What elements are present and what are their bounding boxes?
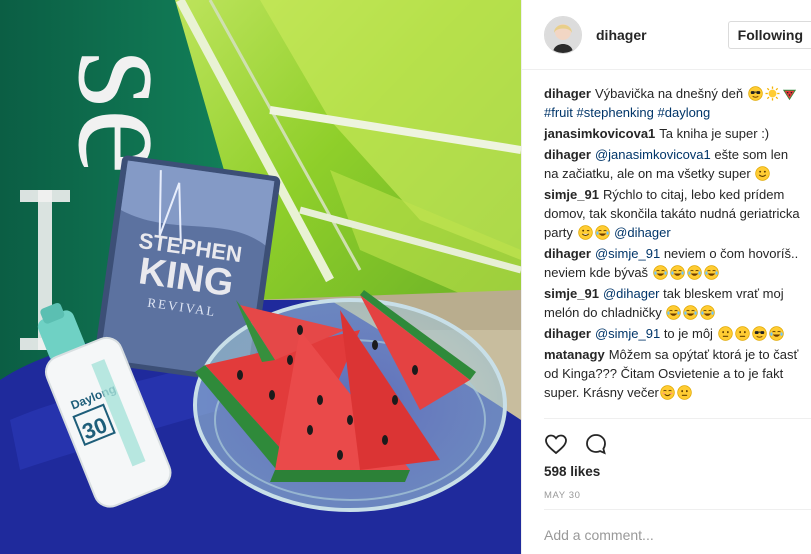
watermelon-emoji-icon bbox=[782, 86, 797, 101]
sunglasses-emoji-icon bbox=[748, 86, 763, 101]
hashtag-link[interactable]: #stephenking bbox=[577, 105, 654, 120]
comment-text: Výbavička na dnešný deň bbox=[594, 86, 747, 101]
comment: dihager Výbavička na dnešný deň #fruit #s… bbox=[544, 84, 805, 122]
post-details-panel: dihager Following dihager Výbavička na dn… bbox=[521, 0, 811, 554]
add-comment-input[interactable] bbox=[544, 520, 811, 550]
comment: dihager @janasimkovicova1 ešte som len na… bbox=[544, 145, 805, 183]
comments-list: dihager Výbavička na dnešný deň #fruit #s… bbox=[544, 84, 805, 404]
comment-bubble-icon[interactable] bbox=[584, 432, 608, 456]
comment-username[interactable]: dihager bbox=[544, 326, 591, 341]
joy-emoji-icon bbox=[768, 326, 784, 341]
joy-emoji-icon bbox=[700, 305, 716, 320]
joy-emoji-icon bbox=[703, 265, 719, 280]
joy-emoji-icon bbox=[683, 305, 699, 320]
joy-emoji-icon bbox=[594, 225, 610, 240]
comment: simje_91 Rýchlo to citaj, lebo ked prídem… bbox=[544, 185, 805, 242]
mention-link[interactable]: @simje_91 bbox=[595, 326, 660, 341]
neutral-emoji-icon bbox=[677, 385, 692, 400]
comment: janasimkovicova1 Ta kniha je super :) bbox=[544, 124, 805, 143]
post-header: dihager Following bbox=[522, 0, 811, 70]
sun-emoji-icon bbox=[765, 86, 780, 101]
comment-username[interactable]: dihager bbox=[544, 246, 591, 261]
mention-link[interactable]: @dihager bbox=[614, 225, 671, 240]
comment-username[interactable]: matanagy bbox=[544, 347, 605, 362]
divider bbox=[544, 418, 811, 419]
hashtag-link[interactable]: #daylong bbox=[658, 105, 711, 120]
joy-emoji-icon bbox=[669, 265, 685, 280]
hashtag-link[interactable]: #fruit bbox=[544, 105, 573, 120]
photo-illustration: se STEPHEN KING REVIVAL Daylong 30 bbox=[0, 0, 521, 554]
comment-username[interactable]: janasimkovicova1 bbox=[544, 126, 655, 141]
comment: dihager @simje_91 to je môj bbox=[544, 324, 805, 343]
comment-username[interactable]: dihager bbox=[544, 147, 591, 162]
post-username[interactable]: dihager bbox=[596, 27, 647, 43]
avatar[interactable] bbox=[544, 15, 582, 54]
comment-username[interactable]: dihager bbox=[544, 86, 591, 101]
divider bbox=[544, 509, 811, 510]
joy-emoji-icon bbox=[652, 265, 668, 280]
comment-username[interactable]: simje_91 bbox=[544, 286, 599, 301]
mention-link[interactable]: @dihager bbox=[603, 286, 660, 301]
neutral-emoji-icon bbox=[734, 326, 750, 341]
mention-link[interactable]: @janasimkovicova1 bbox=[595, 147, 711, 162]
comment: matanagy Môžem sa opýtať ktorá je to časť… bbox=[544, 345, 805, 402]
post-photo[interactable]: se STEPHEN KING REVIVAL Daylong 30 bbox=[0, 0, 521, 554]
comment-username[interactable]: simje_91 bbox=[544, 187, 599, 202]
mention-link[interactable]: @simje_91 bbox=[595, 246, 660, 261]
neutral-emoji-icon bbox=[717, 326, 733, 341]
joy-emoji-icon bbox=[666, 305, 682, 320]
avatar-image bbox=[545, 16, 581, 53]
like-heart-icon[interactable] bbox=[544, 432, 568, 456]
following-button[interactable]: Following bbox=[727, 21, 811, 49]
comment: dihager @simje_91 neviem o čom hovoríš.. … bbox=[544, 244, 805, 282]
comment: simje_91 @dihager tak bleskem vrať moj me… bbox=[544, 284, 805, 322]
comment-text: Ta kniha je super :) bbox=[659, 126, 770, 141]
wink-emoji-icon bbox=[577, 225, 593, 240]
post-actions bbox=[544, 432, 608, 456]
smile-emoji-icon bbox=[755, 166, 771, 181]
post-date[interactable]: MAY 30 bbox=[544, 490, 581, 501]
sunglasses-emoji-icon bbox=[751, 326, 767, 341]
comment-text: to je môj bbox=[660, 326, 717, 341]
blush-emoji-icon bbox=[660, 385, 675, 400]
likes-count[interactable]: 598 likes bbox=[544, 464, 600, 479]
joy-emoji-icon bbox=[686, 265, 702, 280]
